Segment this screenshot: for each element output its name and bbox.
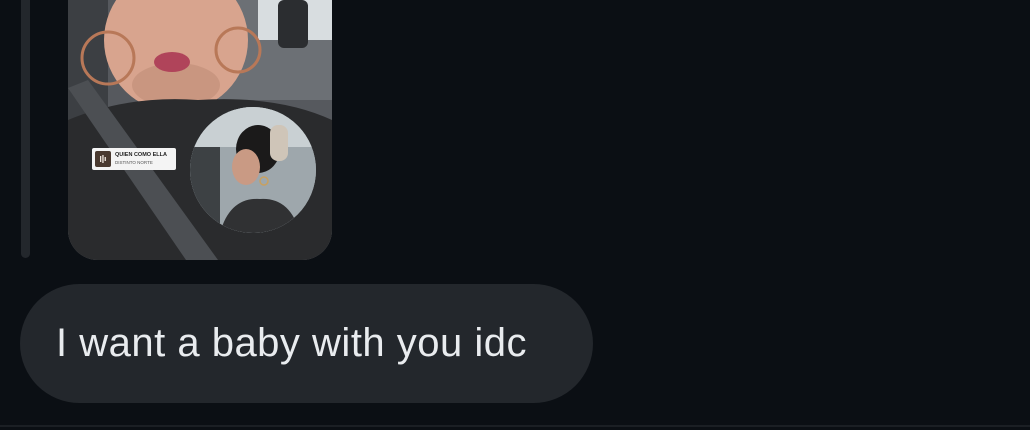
message-bubble[interactable]: I want a baby with you idc: [20, 284, 593, 403]
story-inset-circle-photo: [190, 107, 316, 233]
message-text: I want a baby with you idc: [56, 321, 528, 365]
music-sticker: QUIEN COMO ELLA DISTINTO NORTE: [92, 148, 176, 170]
shared-story-preview[interactable]: QUIEN COMO ELLA DISTINTO NORTE: [68, 0, 332, 260]
message-thread: QUIEN COMO ELLA DISTINTO NORTE I want a …: [0, 0, 1030, 430]
music-sticker-title: QUIEN COMO ELLA: [115, 152, 167, 158]
story-reply-indicator-bar: [21, 0, 30, 258]
music-note-icon: [95, 151, 111, 167]
music-sticker-artist: DISTINTO NORTE: [115, 160, 153, 165]
divider: [0, 425, 1030, 427]
